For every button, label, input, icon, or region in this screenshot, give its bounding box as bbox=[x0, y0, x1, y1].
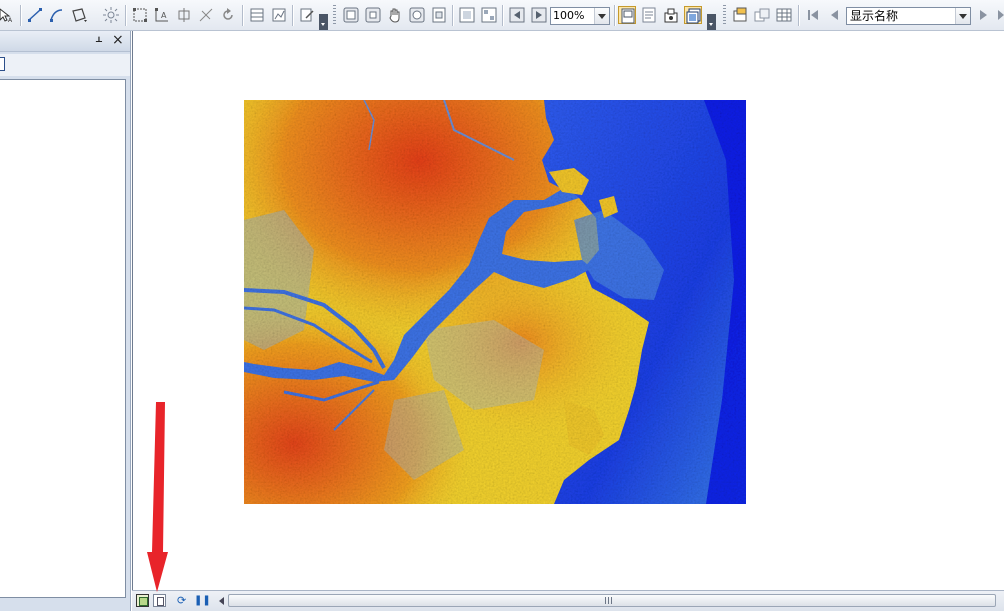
layer-properties-icon[interactable] bbox=[731, 6, 749, 24]
draft-icon[interactable] bbox=[640, 6, 658, 24]
label-field-combo[interactable]: 显示名称 bbox=[846, 7, 971, 25]
graph-icon[interactable] bbox=[270, 6, 288, 24]
zoom-page-icon[interactable] bbox=[430, 6, 448, 24]
view-statusbar: ⟳ ❚❚ bbox=[132, 590, 1004, 611]
toolbar-separator bbox=[798, 5, 799, 26]
map-display[interactable] bbox=[132, 31, 1004, 590]
toolbar-overflow-chevron[interactable] bbox=[707, 14, 716, 30]
zoom-in-fixed-icon[interactable] bbox=[342, 6, 360, 24]
raster-image bbox=[244, 100, 746, 504]
toolbar-separator bbox=[242, 5, 243, 26]
last-page-icon[interactable] bbox=[995, 6, 1004, 24]
pin-icon[interactable]: ᚆ bbox=[96, 34, 108, 48]
layout-icon[interactable] bbox=[618, 6, 636, 24]
pause-drawing-icon[interactable]: ❚❚ bbox=[194, 594, 211, 607]
pan-icon[interactable] bbox=[386, 6, 404, 24]
zoom-100-icon[interactable] bbox=[480, 6, 498, 24]
svg-text:A: A bbox=[161, 11, 167, 20]
line-icon[interactable] bbox=[26, 6, 44, 24]
zoom-level-value: 100% bbox=[553, 9, 585, 22]
toc-toolbar bbox=[0, 54, 130, 76]
main-toolbar: A A 100% 显示名称 bbox=[0, 0, 1004, 31]
data-frame-icon[interactable] bbox=[684, 6, 702, 24]
first-page-icon[interactable] bbox=[804, 6, 822, 24]
toolbar-separator bbox=[292, 5, 293, 26]
reshape-icon[interactable]: A bbox=[153, 6, 171, 24]
forward-icon[interactable] bbox=[530, 6, 548, 24]
list-by-drawing-order-icon[interactable] bbox=[0, 57, 5, 71]
attribute-table-icon[interactable] bbox=[775, 6, 793, 24]
toc-layer-list[interactable] bbox=[0, 79, 126, 598]
table-of-contents-panel: ᚆ × bbox=[0, 31, 131, 611]
toolbar-separator bbox=[614, 5, 615, 26]
toolbar-separator bbox=[20, 5, 21, 26]
svg-text:A: A bbox=[8, 17, 13, 24]
annotation-arrow-icon bbox=[147, 402, 168, 592]
raster-svg bbox=[244, 100, 746, 504]
next-page-icon[interactable] bbox=[975, 6, 993, 24]
toolbar-separator bbox=[125, 5, 126, 26]
select-arrow-icon[interactable]: A bbox=[0, 6, 14, 24]
back-icon[interactable] bbox=[508, 6, 526, 24]
scroll-left-icon[interactable] bbox=[212, 594, 225, 607]
split-icon[interactable] bbox=[197, 6, 215, 24]
scrollbar-grip-icon[interactable] bbox=[605, 597, 614, 604]
focus-frame-icon[interactable] bbox=[662, 6, 680, 24]
zoom-out-fixed-icon[interactable] bbox=[364, 6, 382, 24]
toolbar-grip[interactable] bbox=[723, 5, 726, 26]
toolbar-separator bbox=[452, 5, 453, 26]
data-view-button[interactable] bbox=[136, 594, 149, 607]
copy-layer-icon[interactable] bbox=[753, 6, 771, 24]
move-icon[interactable] bbox=[175, 6, 193, 24]
close-icon[interactable]: × bbox=[112, 33, 124, 47]
zoom-level-combo[interactable]: 100% bbox=[550, 7, 610, 25]
polygon-icon[interactable] bbox=[70, 6, 88, 24]
toolbar-grip[interactable] bbox=[333, 5, 336, 26]
toolbar-separator bbox=[502, 5, 503, 26]
rotate-icon[interactable] bbox=[219, 6, 237, 24]
full-extent-icon[interactable] bbox=[408, 6, 426, 24]
chevron-down-icon[interactable] bbox=[955, 8, 970, 24]
chevron-down-icon[interactable] bbox=[594, 8, 609, 24]
toolbar-overflow-chevron[interactable] bbox=[319, 14, 328, 30]
editor-icon[interactable] bbox=[298, 6, 316, 24]
extent-icon[interactable] bbox=[131, 6, 149, 24]
curve-icon[interactable] bbox=[48, 6, 66, 24]
panel-titlebar: ᚆ × bbox=[0, 31, 130, 52]
zoom-whole-icon[interactable] bbox=[458, 6, 476, 24]
prev-page-icon[interactable] bbox=[825, 6, 843, 24]
label-field-value: 显示名称 bbox=[850, 9, 899, 23]
horizontal-scrollbar[interactable] bbox=[228, 594, 996, 607]
layout-view-button[interactable] bbox=[153, 594, 166, 607]
table-icon[interactable] bbox=[248, 6, 266, 24]
refresh-icon[interactable]: ⟳ bbox=[177, 594, 190, 607]
sun-icon[interactable] bbox=[102, 6, 120, 24]
